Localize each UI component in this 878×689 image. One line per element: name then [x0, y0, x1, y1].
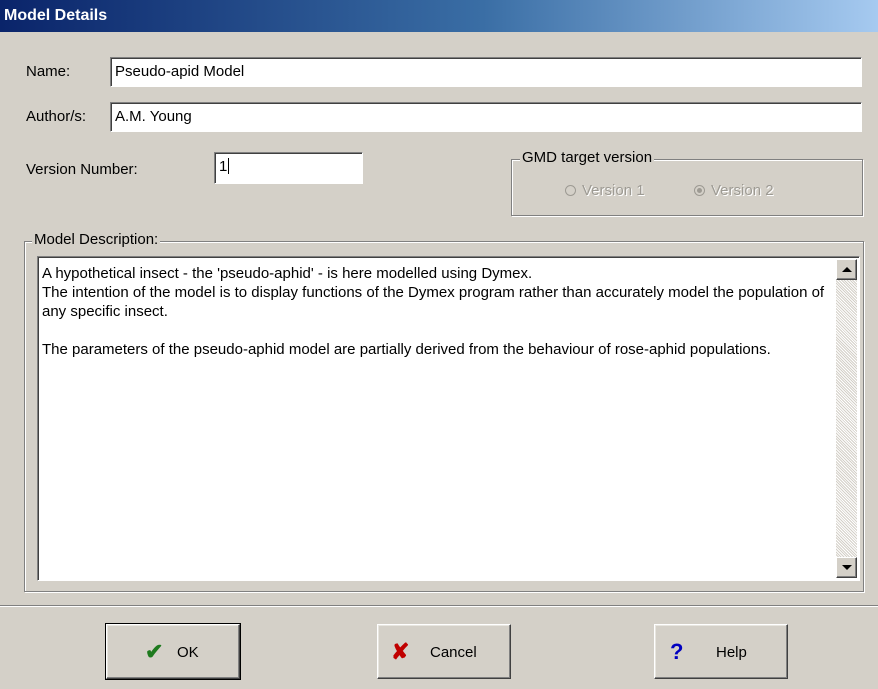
- author-label: Author/s:: [26, 108, 87, 125]
- text-caret: [228, 158, 230, 174]
- description-line-1: A hypothetical insect - the 'pseudo-aphi…: [42, 265, 533, 282]
- name-label: Name:: [26, 63, 71, 80]
- gmd-group-title: GMD target version: [520, 149, 655, 166]
- cancel-button[interactable]: ✘ Cancel: [377, 624, 511, 679]
- ok-button[interactable]: ✔ OK: [105, 623, 241, 680]
- ok-button-label: OK: [177, 644, 199, 661]
- footer-separator: [0, 605, 878, 607]
- version2-radio[interactable]: Version 2: [694, 182, 774, 199]
- description-group-title: Model Description:: [32, 231, 161, 248]
- title-bar: Model Details: [0, 0, 878, 32]
- window-title: Model Details: [4, 7, 108, 24]
- arrow-up-icon: [842, 267, 852, 272]
- vertical-scrollbar[interactable]: [836, 259, 857, 578]
- arrow-down-icon: [842, 565, 852, 570]
- description-line-3: The parameters of the pseudo-aphid model…: [42, 341, 771, 358]
- help-button-label: Help: [716, 644, 747, 661]
- help-button[interactable]: ? Help: [654, 624, 788, 679]
- name-field[interactable]: Pseudo-apid Model: [110, 57, 862, 87]
- cancel-button-label: Cancel: [430, 644, 477, 661]
- description-textarea[interactable]: A hypothetical insect - the 'pseudo-aphi…: [37, 256, 860, 581]
- version1-radio[interactable]: Version 1: [565, 182, 645, 199]
- version1-label: Version 1: [582, 182, 645, 199]
- checkmark-icon: ✔: [145, 639, 164, 664]
- gmd-target-version-group: [511, 159, 863, 216]
- question-mark-icon: ?: [670, 639, 684, 664]
- version-field[interactable]: 1: [214, 152, 363, 184]
- author-field[interactable]: A.M. Young: [110, 102, 862, 132]
- description-text: A hypothetical insect - the 'pseudo-aphi…: [42, 264, 828, 359]
- version-label: Version Number:: [26, 161, 138, 178]
- name-value: Pseudo-apid Model: [115, 63, 245, 80]
- radio-unselected-icon: [565, 185, 576, 196]
- scroll-down-button[interactable]: [836, 557, 857, 578]
- version-value: 1: [219, 158, 228, 175]
- model-details-dialog: Model Details Name: Pseudo-apid Model Au…: [0, 0, 878, 689]
- author-value: A.M. Young: [115, 108, 192, 125]
- description-blank-line: [42, 321, 828, 340]
- description-line-2: The intention of the model is to display…: [42, 284, 825, 320]
- radio-selected-icon: [694, 185, 705, 196]
- x-icon: ✘: [391, 639, 410, 664]
- version2-label: Version 2: [711, 182, 774, 199]
- scroll-up-button[interactable]: [836, 259, 857, 280]
